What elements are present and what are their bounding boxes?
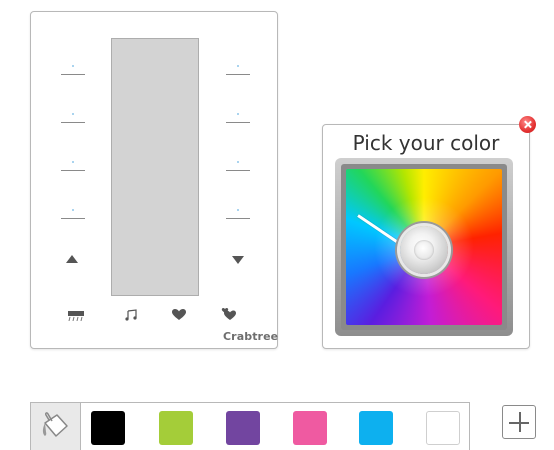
- heart-icon[interactable]: [172, 309, 186, 321]
- left-button-1[interactable]: [61, 64, 85, 75]
- wheel-knob[interactable]: [400, 226, 448, 274]
- heater-icon[interactable]: [68, 311, 84, 321]
- up-arrow-icon[interactable]: [66, 255, 78, 263]
- swatch-lime[interactable]: [159, 411, 193, 445]
- paint-bucket-icon: [42, 412, 68, 437]
- paint-bucket-button[interactable]: [31, 403, 81, 450]
- brand-logo: Crabtree: [223, 330, 279, 343]
- display-screen: [111, 38, 199, 296]
- down-arrow-icon[interactable]: [232, 256, 244, 264]
- picker-title: Pick your color: [352, 131, 500, 155]
- right-button-1[interactable]: [226, 64, 250, 75]
- swatch-bar: [30, 402, 470, 450]
- music-note-icon[interactable]: [125, 309, 137, 321]
- hearts-icon[interactable]: [221, 308, 237, 321]
- left-button-2[interactable]: [61, 112, 85, 123]
- swatch-blue[interactable]: [359, 411, 393, 445]
- color-wheel[interactable]: [346, 169, 502, 325]
- swatch-white[interactable]: [426, 411, 460, 445]
- swatch-purple[interactable]: [226, 411, 260, 445]
- right-button-2[interactable]: [226, 112, 250, 123]
- color-wheel-frame: [335, 158, 513, 336]
- add-color-button[interactable]: [502, 405, 536, 439]
- swatch-pink[interactable]: [293, 411, 327, 445]
- right-button-4[interactable]: [226, 208, 250, 219]
- left-button-3[interactable]: [61, 160, 85, 171]
- close-icon[interactable]: [519, 116, 536, 133]
- switch-panel: Crabtree: [30, 11, 278, 349]
- swatch-black[interactable]: [91, 411, 125, 445]
- left-button-4[interactable]: [61, 208, 85, 219]
- right-button-3[interactable]: [226, 160, 250, 171]
